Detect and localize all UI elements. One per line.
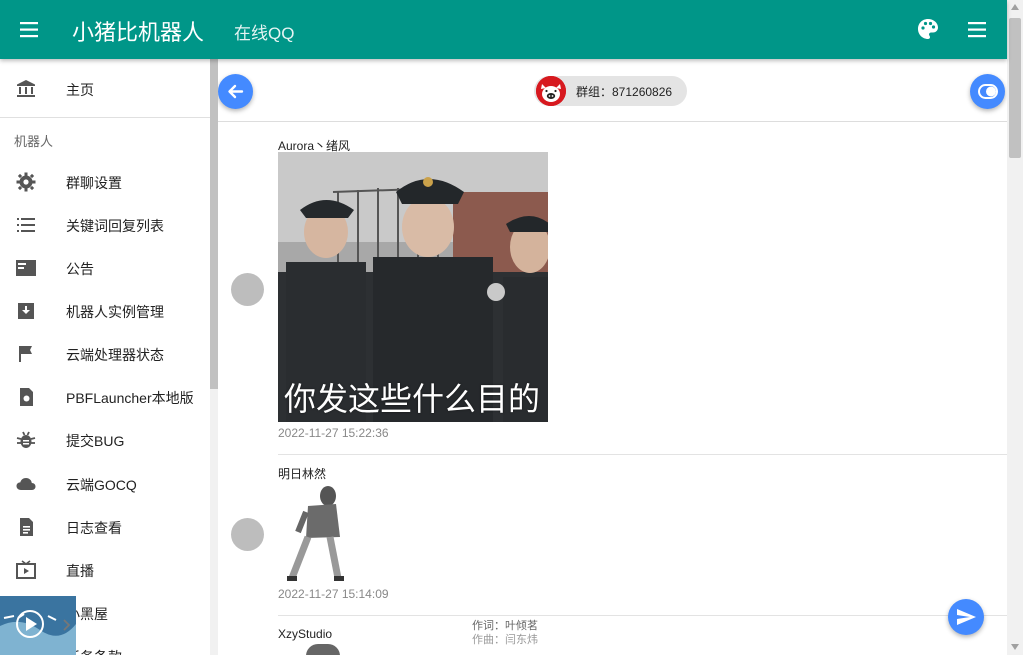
sidebar-item-cloud-gocq[interactable]: 云端GOCQ	[0, 463, 210, 503]
lyric-line: 作曲：闫东炜	[472, 634, 538, 646]
message-divider	[278, 454, 1007, 455]
message-sender: XzyStudio	[278, 627, 333, 641]
arrow-left-icon	[228, 84, 244, 99]
sidebar-item-label: 机器人实例管理	[66, 304, 164, 320]
tv-icon	[15, 559, 37, 581]
send-button[interactable]	[948, 599, 984, 635]
meme-image[interactable]: 你发这些什么目的	[278, 152, 548, 422]
sidebar-item-bot-instances[interactable]: 机器人实例管理	[0, 290, 210, 330]
sidebar-item-cloud-processor[interactable]: 云端处理器状态	[0, 333, 210, 373]
sidebar-item-keyword-replies[interactable]: 关键词回复列表	[0, 204, 210, 244]
scroll-up-arrow-icon[interactable]	[1011, 4, 1019, 10]
page-scrollbar-thumb[interactable]	[1009, 18, 1021, 158]
announcement-icon	[15, 257, 37, 279]
sidebar-scrollbar-thumb[interactable]	[210, 59, 218, 389]
flag-icon	[15, 343, 37, 365]
page-scrollbar[interactable]	[1007, 0, 1023, 655]
more-menu-icon[interactable]	[962, 17, 994, 43]
group-id-label: 群组：871260826	[576, 85, 673, 99]
sidebar-item-label: 提交BUG	[66, 433, 125, 449]
archive-icon	[15, 300, 37, 322]
next-message-image[interactable]	[306, 644, 340, 655]
message-timestamp: 2022-11-27 15:22:36	[278, 426, 389, 440]
group-chip[interactable]: 群组：871260826	[534, 76, 687, 106]
palette-icon[interactable]	[915, 16, 941, 42]
app-subtitle: 在线QQ	[234, 24, 295, 43]
sender-avatar[interactable]	[231, 273, 264, 306]
sidebar-item-label: 云端处理器状态	[66, 347, 164, 363]
sidebar-scrollbar[interactable]	[210, 59, 218, 655]
app-bar: 小猪比机器人 在线QQ	[0, 0, 1007, 59]
bank-icon	[15, 78, 37, 100]
send-icon	[957, 609, 976, 625]
sidebar-divider	[0, 117, 210, 118]
player-expand-button[interactable]	[58, 614, 76, 636]
lyrics-display: 作词：叶倾茗 作曲：闫东炜	[472, 619, 538, 647]
sticker-image[interactable]	[278, 482, 348, 584]
sidebar-item-home[interactable]: 主页	[0, 68, 210, 108]
list-icon	[15, 214, 37, 236]
lyric-line: 作词：叶倾茗	[472, 620, 538, 632]
toggle-button[interactable]	[970, 74, 1005, 109]
sidebar-item-live[interactable]: 直播	[0, 549, 210, 589]
sidebar-section-label: 机器人	[14, 134, 54, 149]
chevron-right-icon	[63, 619, 71, 631]
sidebar-item-group-settings[interactable]: 群聊设置	[0, 161, 210, 201]
message-timestamp: 2022-11-27 15:14:09	[278, 587, 389, 601]
toggle-icon	[978, 84, 998, 99]
file-icon	[15, 386, 37, 408]
sidebar-item-label: 云端GOCQ	[66, 477, 137, 493]
back-button[interactable]	[218, 74, 253, 109]
sidebar-item-label: PBFLauncher本地版	[66, 390, 194, 406]
scroll-down-arrow-icon[interactable]	[1011, 644, 1019, 650]
gear-icon	[15, 171, 37, 193]
sidebar-item-announcement[interactable]: 公告	[0, 247, 210, 287]
sidebar-item-label: 公告	[66, 261, 94, 277]
group-avatar	[536, 76, 566, 106]
sidebar-item-pbflauncher[interactable]: PBFLauncher本地版	[0, 376, 210, 416]
dancing-figure-illustration	[287, 486, 344, 581]
sidebar-item-label: 日志查看	[66, 520, 122, 536]
sidebar-item-submit-bug[interactable]: 提交BUG	[0, 419, 210, 459]
pig-logo-icon	[536, 76, 566, 106]
chat-header-divider	[218, 121, 1007, 122]
meme-caption: 你发这些什么目的	[284, 381, 541, 417]
sidebar-item-label: 群聊设置	[66, 175, 122, 191]
app-title: 小猪比机器人	[72, 20, 205, 45]
sidebar-item-label: 关键词回复列表	[66, 218, 164, 234]
document-icon	[15, 516, 37, 538]
sidebar-item-logs[interactable]: 日志查看	[0, 506, 210, 546]
sidebar: 主页 机器人 群聊设置 关键词回复列表 公告 机器人实例管理 云端处理器状态 P…	[0, 59, 210, 655]
chat-panel: 群组：871260826 Aurora丶绪风 你发这些什么目的 2022-11-…	[218, 59, 1007, 655]
sender-avatar[interactable]	[231, 518, 264, 551]
bug-icon	[15, 429, 37, 451]
cloud-icon	[15, 473, 37, 495]
message-divider	[278, 615, 1007, 616]
menu-icon[interactable]	[14, 17, 46, 43]
sidebar-item-label: 主页	[66, 82, 94, 98]
sidebar-item-label: 直播	[66, 563, 94, 579]
message-sender: 明日林然	[278, 467, 327, 481]
